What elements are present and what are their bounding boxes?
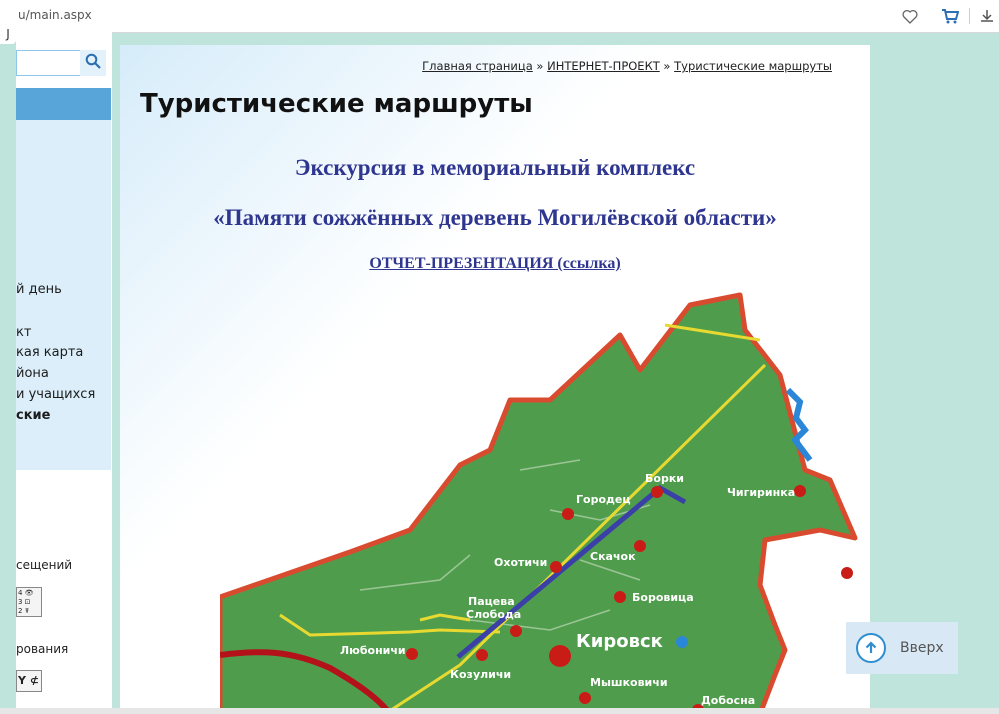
sidebar-menu-panel: й день кт кая карта йона и учащихся ские — [16, 88, 111, 470]
left-edge-marker: J — [0, 24, 16, 44]
breadcrumb-home-link[interactable]: Главная страница — [422, 59, 533, 73]
cart-icon[interactable] — [940, 6, 960, 26]
map-marker-kirovsk — [549, 645, 571, 667]
rating-badge[interactable]: Y ⊄ — [16, 670, 42, 692]
map-label-borki: Борки — [645, 472, 684, 485]
report-presentation-link[interactable]: ОТЧЕТ-ПРЕЗЕНТАЦИЯ (ссылка) — [120, 255, 870, 273]
browser-address-bar: u/main.aspx — [0, 0, 999, 33]
scroll-to-top-button[interactable]: Вверх — [846, 622, 958, 674]
heart-icon[interactable] — [900, 6, 920, 26]
counter-line: 2 ☤ — [18, 607, 30, 615]
page-title: Туристические маршруты — [140, 89, 533, 119]
map-marker-gorodets — [562, 508, 574, 520]
map-marker-patseva — [510, 625, 522, 637]
map-label-gorodets: Городец — [576, 493, 631, 506]
map-label-lyubonichi: Любоничи — [340, 644, 406, 657]
map-marker-okhotichi — [550, 561, 562, 573]
map-label-okhotichi: Охотичи — [494, 556, 547, 569]
map-marker-chigirinka — [794, 485, 806, 497]
scroll-to-top-label: Вверх — [900, 640, 944, 656]
sidebar-item-district[interactable]: йона — [16, 366, 49, 381]
map-marker-lyubonichi — [406, 648, 418, 660]
download-icon[interactable] — [977, 6, 997, 26]
map-label-sloboda: Слобода — [466, 608, 521, 621]
search-input[interactable] — [16, 50, 81, 76]
main-content: Главная страница » ИНТЕРНЕТ-ПРОЕКТ » Тур… — [120, 45, 870, 714]
breadcrumb-separator: » — [536, 59, 544, 73]
map-lake — [676, 636, 688, 648]
map-marker-borovitsa — [614, 591, 626, 603]
arrow-up-icon — [856, 633, 886, 663]
map-marker-borki — [651, 486, 663, 498]
map-land — [220, 292, 858, 714]
counter-line: 3 ⊡ — [18, 598, 31, 606]
counter-line: 4 👁 — [18, 589, 34, 597]
map-label-patseva: Пацева — [468, 595, 515, 608]
visits-label: сещений — [16, 558, 73, 572]
map-marker-kozulichi — [476, 649, 488, 661]
search-icon — [85, 53, 101, 73]
route-map: Борки Чигиринка Городец Скачок Подсельы … — [220, 292, 858, 714]
sidebar-item-project[interactable]: кт — [16, 325, 31, 340]
map-marker-skachok — [634, 540, 646, 552]
memorial-heading: «Памяти сожжённых деревень Могилёвской о… — [213, 205, 777, 230]
map-label-kirovsk: Кировск — [576, 631, 663, 652]
sidebar-menu-header — [16, 88, 111, 120]
excursion-heading: Экскурсия в мемориальный комплекс — [294, 155, 696, 180]
rating-label: рования — [16, 642, 69, 656]
map-label-chigirinka: Чигиринка — [727, 486, 795, 499]
map-label-dobosna: Добосна — [701, 694, 755, 707]
sidebar-item-map[interactable]: кая карта — [16, 345, 83, 360]
map-label-myshkovichi: Мышковичи — [590, 676, 668, 689]
horizontal-scrollbar[interactable] — [0, 708, 999, 714]
left-edge-background — [0, 32, 16, 714]
sidebar-item-tourist[interactable]: ские — [16, 408, 50, 423]
url-text[interactable]: u/main.aspx — [18, 8, 92, 22]
map-label-podsely: Подсельы — [782, 552, 847, 565]
sidebar: й день кт кая карта йона и учащихся ские… — [16, 32, 112, 714]
map-marker-myshkovichi — [579, 692, 591, 704]
breadcrumb: Главная страница » ИНТЕРНЕТ-ПРОЕКТ » Тур… — [422, 59, 832, 73]
sidebar-item-students[interactable]: и учащихся — [16, 387, 95, 402]
sidebar-item-day[interactable]: й день — [16, 282, 62, 297]
toolbar-divider — [968, 6, 972, 26]
map-label-borovitsa: Боровица — [632, 591, 694, 604]
breadcrumb-project-link[interactable]: ИНТЕРНЕТ-ПРОЕКТ — [547, 59, 660, 73]
visit-counter[interactable]: 4 👁 3 ⊡ 2 ☤ — [16, 587, 42, 617]
map-label-skachok: Скачок — [590, 550, 636, 563]
breadcrumb-separator: » — [663, 59, 671, 73]
breadcrumb-current-link[interactable]: Туристические маршруты — [674, 59, 832, 73]
search-button[interactable] — [80, 50, 106, 76]
map-marker-podsely — [841, 567, 853, 579]
map-label-kozulichi: Козуличи — [450, 668, 511, 681]
